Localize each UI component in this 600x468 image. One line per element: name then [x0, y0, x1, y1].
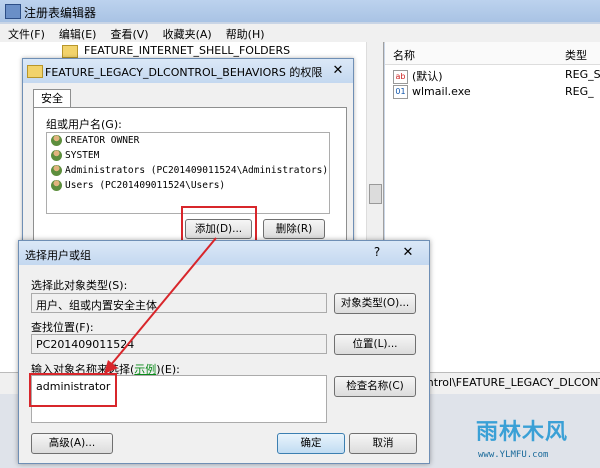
watermark-logo: 雨林木风 www.YLMFU.com	[470, 410, 600, 468]
watermark-text: 雨林木风	[476, 420, 569, 445]
annotation-arrow	[104, 237, 217, 374]
watermark-url: www.YLMFU.com	[478, 450, 549, 460]
